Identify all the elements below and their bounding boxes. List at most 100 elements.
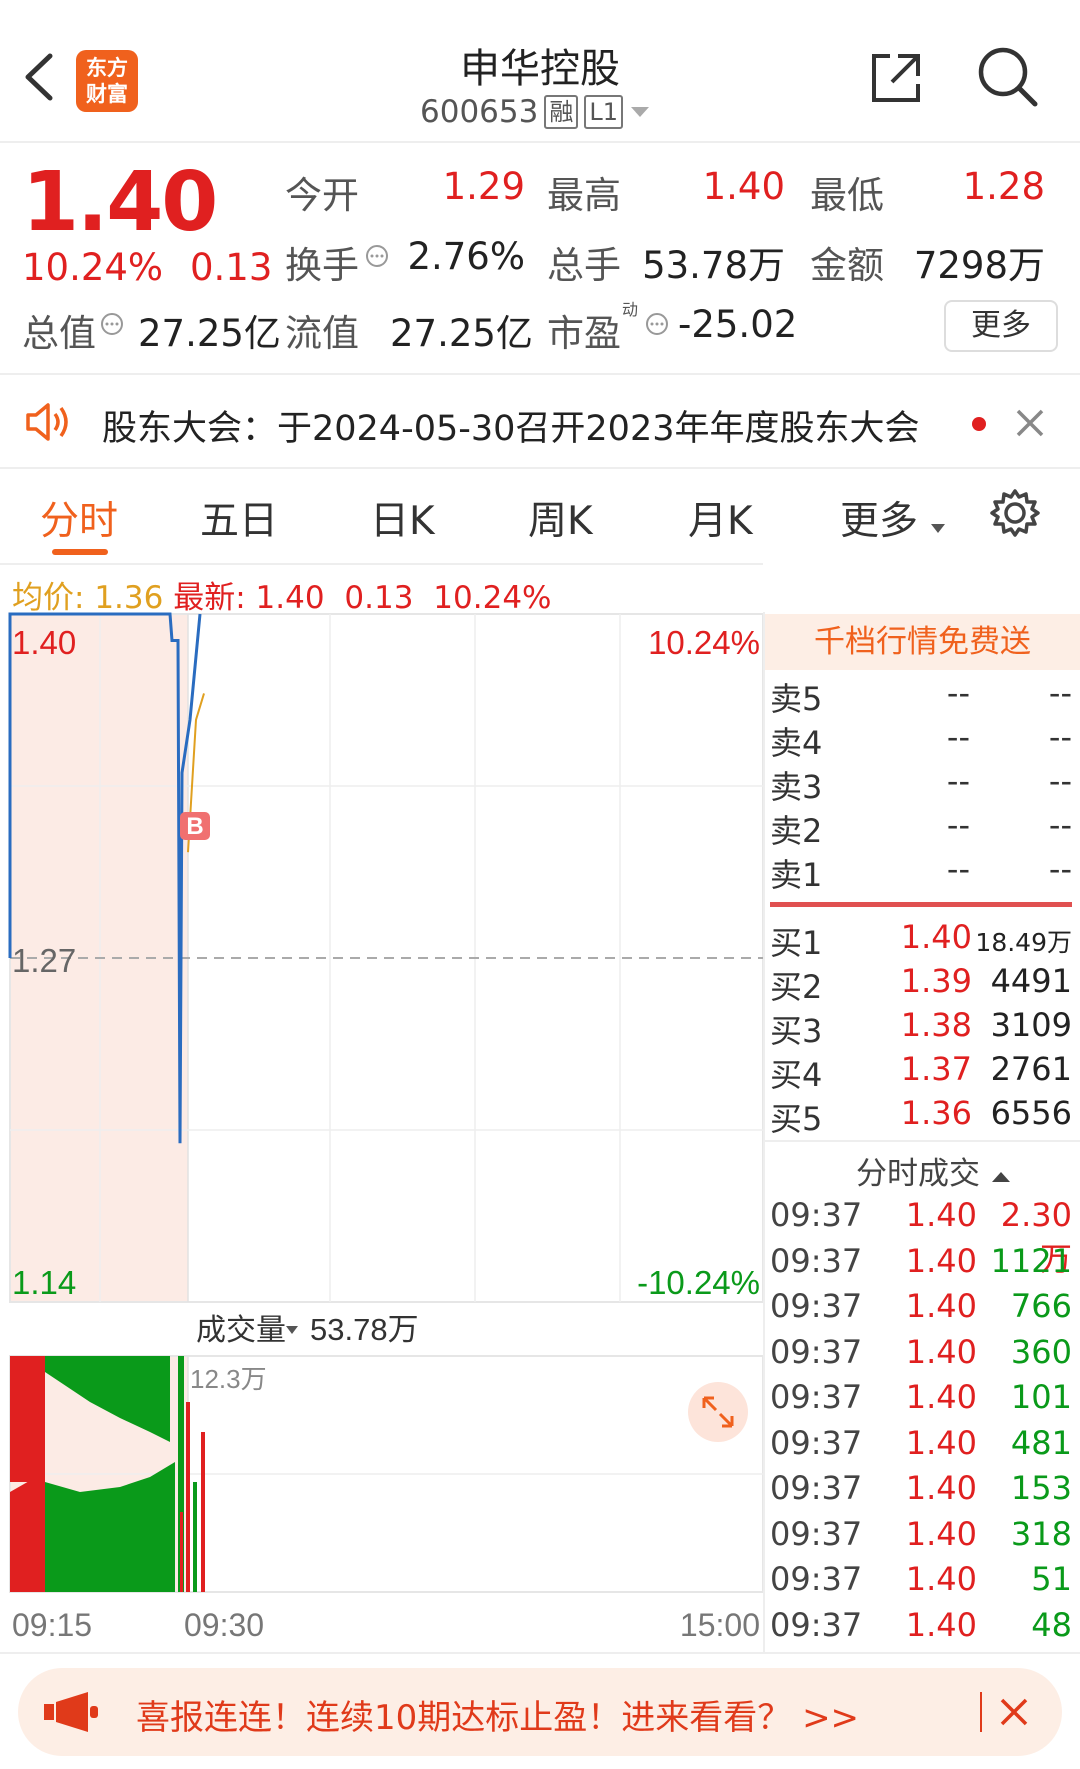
avg-label: 均价: [12,580,85,616]
caret-down-icon [931,524,946,533]
high-value: 1.40 [702,165,785,208]
tick-price: 1.40 [905,1332,977,1371]
turnover-value: 2.76% [407,235,525,278]
margin-tag: 融 [544,95,579,129]
bid-label: 买4 [770,1056,823,1094]
ask-volume: -- [1048,674,1072,712]
tick-time: 09:37 [770,1514,863,1553]
expand-chart-button[interactable] [688,1382,748,1442]
bid-price: 1.38 [900,1006,972,1044]
y-tick-right-high: 10.24% [648,624,760,661]
tick-volume: 51 [1031,1560,1072,1598]
volume-label: 总手 [547,244,621,287]
top-bar: 东方 财富 申华控股 600653 融 L1 [0,0,1080,143]
stock-code: 600653 [420,94,539,130]
volume-value: 53.78万 [642,244,785,287]
caret-up-icon [991,1172,1010,1182]
y-tick-mid: 1.27 [12,942,76,979]
info-icon[interactable] [365,244,389,268]
ask-volume: -- [1048,806,1072,844]
bid-volume: 6556 [990,1094,1072,1132]
x-tick-0915: 09:15 [12,1607,92,1643]
caret-down-icon [286,1326,298,1334]
share-icon[interactable] [868,50,924,106]
ask-price: -- [946,762,970,800]
more-button[interactable]: 更多 [944,300,1058,352]
unread-dot [972,417,986,431]
tick-time: 09:37 [770,1605,863,1644]
tick-volume: 318 [1010,1514,1072,1553]
tab-daily-k[interactable]: 日K [370,490,435,546]
ask-label: 卖4 [770,724,823,762]
latest-change: 0.13 [344,580,414,616]
active-tab-indicator [52,549,108,555]
y-tick-right-low: -10.24% [637,1264,760,1301]
buy-marker-label: B [186,813,203,840]
announcement-bar[interactable]: 股东大会：于2024-05-30召开2023年年度股东大会 [0,373,1080,469]
tab-more[interactable]: 更多 [840,490,946,546]
volume-max-label: 12.3万 [190,1364,267,1394]
bid-price: 1.40 [900,918,972,956]
bid-ask-divider [770,902,1072,907]
speaker-icon [26,403,68,441]
latest-label: 最新: [173,580,246,616]
float-label: 流值 [285,312,359,355]
tick-price: 1.40 [905,1241,977,1280]
search-icon[interactable] [975,44,1041,110]
tick-time: 09:37 [770,1287,863,1325]
info-icon[interactable] [100,312,124,336]
buy-marker[interactable]: B [180,812,210,840]
bid-volume: 2761 [990,1050,1072,1088]
tick-price: 1.40 [905,1514,977,1553]
turnover-label: 换手 [285,244,359,287]
price-chart[interactable]: B 1.40 1.27 1.14 10.24% -10.24% 成交量 53.7… [0,612,763,1654]
bid-label: 买3 [770,1012,823,1050]
megaphone-icon [44,1692,98,1732]
tick-price: 1.40 [905,1605,977,1644]
tick-time: 09:37 [770,1332,863,1371]
close-icon[interactable] [998,1696,1030,1728]
bid-volume: 3109 [990,1006,1072,1044]
tick-volume: 360 [1010,1332,1072,1371]
tick-price: 1.40 [905,1287,977,1325]
low-value: 1.28 [962,165,1045,208]
tab-monthly-k[interactable]: 月K [688,490,753,546]
tab-more-label: 更多 [840,499,919,544]
volume-total: 53.78万 [310,1312,419,1347]
ask-price: -- [946,850,970,888]
tick-volume: 481 [1010,1423,1072,1462]
ask-label: 卖5 [770,680,823,718]
amount-label: 金额 [810,244,884,287]
tab-weekly-k[interactable]: 周K [528,490,593,546]
ask-label: 卖1 [770,856,823,894]
tick-volume: 48 [1031,1605,1072,1644]
latest-change-pct: 10.24% [433,580,552,616]
ask-price: -- [946,718,970,756]
close-icon[interactable] [1014,407,1046,439]
mktcap-label: 总值 [22,312,96,355]
promo-banner[interactable]: 喜报连连！连续10期达标止盈！进来看看？ >> [18,1668,1062,1756]
volume-selector-label[interactable]: 成交量 [196,1313,286,1348]
open-value: 1.29 [442,165,525,208]
tick-price: 1.40 [905,1560,977,1598]
y-tick-high: 1.40 [12,624,76,661]
tick-trades-title[interactable]: 分时成交 [856,1148,1012,1193]
bid-price: 1.36 [900,1094,972,1132]
x-tick-1500: 15:00 [680,1607,760,1643]
info-icon[interactable] [645,312,669,336]
settings-gear-icon[interactable] [990,488,1040,538]
bid-volume: 4491 [990,962,1072,1000]
tab-five-day[interactable]: 五日 [200,490,278,546]
bid-label: 买5 [770,1100,823,1138]
tab-intraday[interactable]: 分时 [40,490,118,546]
bid-label: 买2 [770,968,823,1006]
tick-price: 1.40 [905,1378,977,1416]
tick-price: 1.40 [905,1423,977,1462]
level2-promo[interactable]: 千档行情免费送 [765,614,1080,670]
pe-label: 市盈 [547,312,621,355]
stock-code-line[interactable]: 600653 融 L1 [420,94,651,130]
tick-trades-title-label: 分时成交 [856,1156,980,1192]
announcement-text: 股东大会：于2024-05-30召开2023年年度股东大会 [102,409,920,449]
tick-time: 09:37 [770,1378,863,1416]
pe-value: -25.02 [678,303,798,346]
